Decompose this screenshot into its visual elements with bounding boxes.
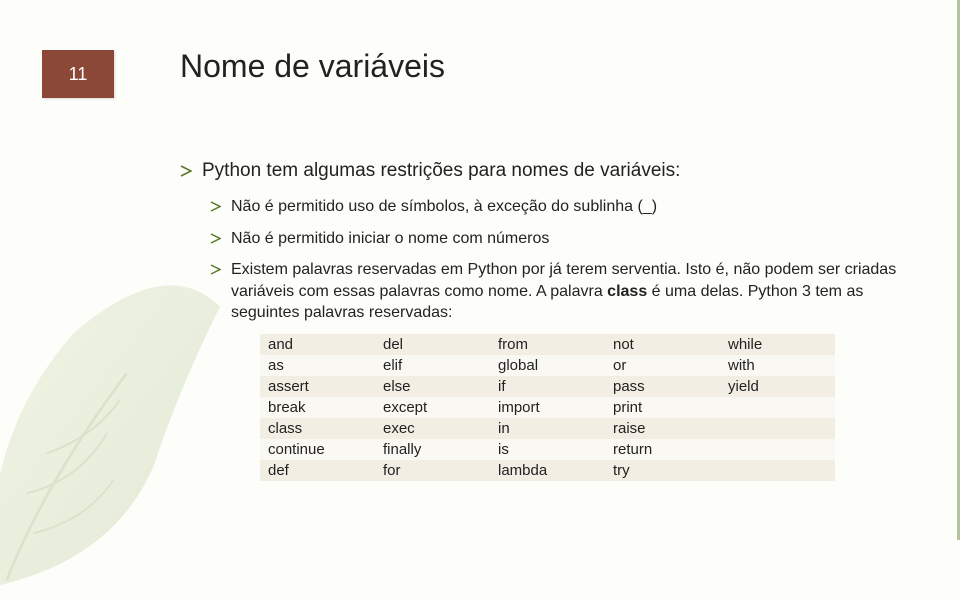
- keyword-cell: [720, 460, 835, 481]
- keyword-cell: while: [720, 334, 835, 355]
- keyword-cell: global: [490, 355, 605, 376]
- keyword-cell: assert: [260, 376, 375, 397]
- keyword-cell: except: [375, 397, 490, 418]
- keyword-cell: and: [260, 334, 375, 355]
- bullet-arrow-icon: [210, 201, 221, 212]
- keyword-cell: lambda: [490, 460, 605, 481]
- page-number-badge: 11: [42, 50, 114, 98]
- sub-bullet: Não é permitido iniciar o nome com númer…: [210, 228, 900, 250]
- keyword-cell: in: [490, 418, 605, 439]
- keyword-cell: def: [260, 460, 375, 481]
- keyword-cell: with: [720, 355, 835, 376]
- keyword-cell: class: [260, 418, 375, 439]
- table-row: assertelseifpassyield: [260, 376, 835, 397]
- sub-bullet-text: Não é permitido iniciar o nome com númer…: [231, 228, 900, 250]
- bullet-arrow-icon: [180, 165, 192, 177]
- keyword-cell: finally: [375, 439, 490, 460]
- main-bullet-text: Python tem algumas restrições para nomes…: [202, 160, 680, 182]
- keyword-cell: from: [490, 334, 605, 355]
- content-area: Python tem algumas restrições para nomes…: [180, 160, 900, 481]
- page-number: 11: [69, 64, 88, 85]
- keyword-cell: if: [490, 376, 605, 397]
- keyword-cell: break: [260, 397, 375, 418]
- keyword-cell: or: [605, 355, 720, 376]
- keyword-cell: elif: [375, 355, 490, 376]
- bullet-arrow-icon: [210, 264, 221, 275]
- keyword-cell: raise: [605, 418, 720, 439]
- sub-bullet: Existem palavras reservadas em Python po…: [210, 259, 900, 324]
- sub-bullet-text: Existem palavras reservadas em Python po…: [231, 259, 900, 324]
- keyword-cell: del: [375, 334, 490, 355]
- page-title: Nome de variáveis: [180, 48, 445, 85]
- keywords-table: anddelfromnotwhileaselifglobalorwithasse…: [260, 334, 835, 481]
- keyword-cell: else: [375, 376, 490, 397]
- main-bullet: Python tem algumas restrições para nomes…: [180, 160, 900, 182]
- keyword-cell: [720, 418, 835, 439]
- bullet-arrow-icon: [210, 233, 221, 244]
- keyword-cell: continue: [260, 439, 375, 460]
- sub-bullet-text: Não é permitido uso de símbolos, à exceç…: [231, 196, 900, 218]
- keyword-cell: for: [375, 460, 490, 481]
- keyword-cell: as: [260, 355, 375, 376]
- keyword-cell: print: [605, 397, 720, 418]
- table-row: aselifglobalorwith: [260, 355, 835, 376]
- table-row: anddelfromnotwhile: [260, 334, 835, 355]
- keyword-cell: not: [605, 334, 720, 355]
- keyword-cell: yield: [720, 376, 835, 397]
- keyword-cell: return: [605, 439, 720, 460]
- keyword-cell: exec: [375, 418, 490, 439]
- table-row: classexecinraise: [260, 418, 835, 439]
- table-row: defforlambdatry: [260, 460, 835, 481]
- keyword-cell: [720, 397, 835, 418]
- table-row: breakexceptimportprint: [260, 397, 835, 418]
- keyword-cell: is: [490, 439, 605, 460]
- keyword-cell: [720, 439, 835, 460]
- table-row: continuefinallyisreturn: [260, 439, 835, 460]
- sub-bullet: Não é permitido uso de símbolos, à exceç…: [210, 196, 900, 218]
- keyword-cell: try: [605, 460, 720, 481]
- keyword-cell: import: [490, 397, 605, 418]
- keyword-cell: pass: [605, 376, 720, 397]
